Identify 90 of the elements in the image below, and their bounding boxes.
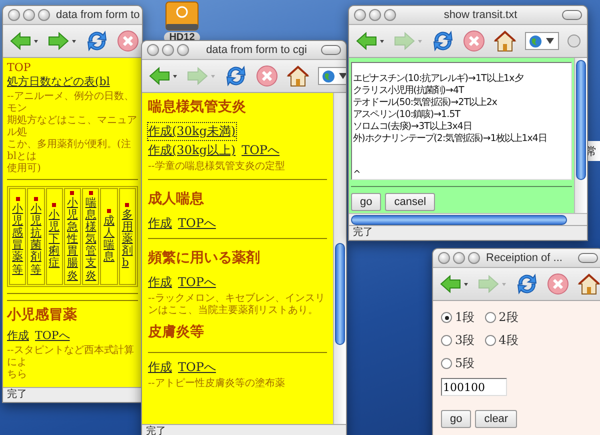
back-arrow-icon[interactable] xyxy=(355,31,385,51)
stop-icon[interactable] xyxy=(256,65,278,87)
globe-icon xyxy=(322,70,335,82)
radio-option[interactable]: 5段 xyxy=(441,355,475,372)
home-icon[interactable] xyxy=(577,273,600,295)
text-area[interactable]: エピナスチン(10:抗アレルギ)→1T以上1x夕 クラリス小児用(抗菌剤)→4T テオドール(50:気管拡張)→2T以上2x アスペリン(10:鎮咳)→1.5T ソロムコ(去痰)→3T以上3x4日 外)ホクナリンテープ(2:気管拡張)→1枚以上1x4日 ^ xyxy=(351,62,572,180)
form-button[interactable]: cansel xyxy=(385,193,436,211)
link[interactable]: TOPへ xyxy=(178,359,216,376)
caret-icon xyxy=(339,73,346,79)
note-text: --ラックメロン、キセブレン、インスリンはここ、当院主要薬剤リストあり。 xyxy=(148,293,326,317)
link[interactable]: TOPへ xyxy=(178,215,216,232)
link[interactable]: TOPへ xyxy=(178,274,216,291)
reload-icon[interactable] xyxy=(515,273,539,295)
toolbar-toggle-button[interactable] xyxy=(578,253,598,263)
zoom-button[interactable] xyxy=(468,252,480,264)
window-title: data from form to xyxy=(56,9,140,21)
bullet-icon xyxy=(70,191,74,195)
stop-icon[interactable] xyxy=(463,30,485,52)
back-arrow-icon[interactable] xyxy=(148,66,178,86)
caret-icon xyxy=(546,38,554,44)
horizontal-scrollbar[interactable] xyxy=(349,213,587,225)
close-button[interactable] xyxy=(8,9,20,21)
minimize-button[interactable] xyxy=(162,44,174,56)
address-dropdown[interactable] xyxy=(318,67,346,85)
note-text: --学童の喘息様気管支炎の定型 xyxy=(148,161,286,173)
back-arrow-icon[interactable] xyxy=(439,274,469,294)
minimize-button[interactable] xyxy=(23,9,35,21)
toolbar-toggle-button[interactable] xyxy=(321,45,341,55)
close-button[interactable] xyxy=(438,252,450,264)
link[interactable]: 作成 xyxy=(7,328,29,343)
section-heading: 成人喘息 xyxy=(148,190,205,208)
status-bar: 完了 xyxy=(3,387,142,402)
toolbar-toggle-button[interactable] xyxy=(562,10,582,20)
window-title: Receiption of ... xyxy=(486,252,564,264)
address-dropdown[interactable] xyxy=(525,32,559,50)
forward-arrow-icon[interactable] xyxy=(47,31,77,51)
form-button[interactable]: clear xyxy=(475,410,518,428)
radio-option[interactable]: 4段 xyxy=(484,332,518,349)
link[interactable]: TOPへ xyxy=(242,142,280,159)
vertical-scrollbar[interactable] xyxy=(333,93,346,424)
section-heading: 小児感冒薬 xyxy=(7,306,78,324)
note-text: --アトピー性皮膚炎等の塗布薬 xyxy=(148,378,286,390)
zoom-button[interactable] xyxy=(384,9,396,21)
form-button[interactable]: go xyxy=(441,410,472,428)
section-heading: 頻繁に用いる薬剤 xyxy=(148,249,261,267)
window-title: data from form to cgi xyxy=(205,44,308,56)
zoom-button[interactable] xyxy=(177,44,189,56)
home-icon[interactable] xyxy=(286,65,310,87)
home-icon[interactable] xyxy=(493,30,517,52)
back-arrow-icon[interactable] xyxy=(9,31,39,51)
link[interactable]: 作成(30kg未満) xyxy=(148,123,236,140)
status-bar: 完了 xyxy=(349,225,587,240)
page-label: TOP xyxy=(7,61,31,74)
bullet-icon xyxy=(52,203,56,208)
bullet-icon xyxy=(16,197,20,202)
zoom-button[interactable] xyxy=(38,9,50,21)
status-bar: 完了 xyxy=(142,424,346,435)
bullet-icon xyxy=(88,191,93,195)
reload-icon[interactable] xyxy=(224,65,248,87)
reload-icon[interactable] xyxy=(431,30,455,52)
go-icon[interactable] xyxy=(567,34,581,48)
link[interactable]: TOPへ xyxy=(35,328,70,343)
note-text: --スタピントなど西本式計算によ ちら xyxy=(7,344,135,381)
radio-option[interactable]: 3段 xyxy=(441,332,475,349)
radio-option[interactable]: 1段 xyxy=(441,309,475,326)
drive-icon[interactable] xyxy=(164,1,200,31)
reload-icon[interactable] xyxy=(85,30,109,52)
section-heading: 皮膚炎等 xyxy=(148,323,205,341)
close-button[interactable] xyxy=(147,44,159,56)
link[interactable]: 作成 xyxy=(148,215,172,232)
stop-icon[interactable] xyxy=(547,273,569,295)
link[interactable]: 作成 xyxy=(148,274,172,291)
note-text: --アニルーメ、例分の日数、モン 期処方などはここ、マニュアル処 こか、多用薬剤が便利。(注blとは 使用可) xyxy=(7,91,138,175)
bullet-icon xyxy=(125,203,130,208)
stop-icon[interactable] xyxy=(117,30,139,52)
globe-icon xyxy=(529,34,542,48)
bullet-icon xyxy=(34,197,38,202)
minimize-button[interactable] xyxy=(369,9,381,21)
vertical-scrollbar[interactable] xyxy=(574,58,587,213)
minimize-button[interactable] xyxy=(453,252,465,264)
section-heading: 喘息様気管支炎 xyxy=(148,98,247,116)
link[interactable]: 処方日数などの表(bl xyxy=(7,74,110,89)
close-button[interactable] xyxy=(354,9,366,21)
form-button[interactable]: go xyxy=(351,193,382,211)
link[interactable]: 作成(30kg以上) xyxy=(148,142,236,159)
bullet-icon xyxy=(107,209,112,214)
radio-option[interactable]: 2段 xyxy=(484,309,518,326)
window-title: show transit.txt xyxy=(442,9,518,21)
link[interactable]: 作成 xyxy=(148,359,172,376)
text-input-field[interactable]: 100100 xyxy=(441,378,507,396)
